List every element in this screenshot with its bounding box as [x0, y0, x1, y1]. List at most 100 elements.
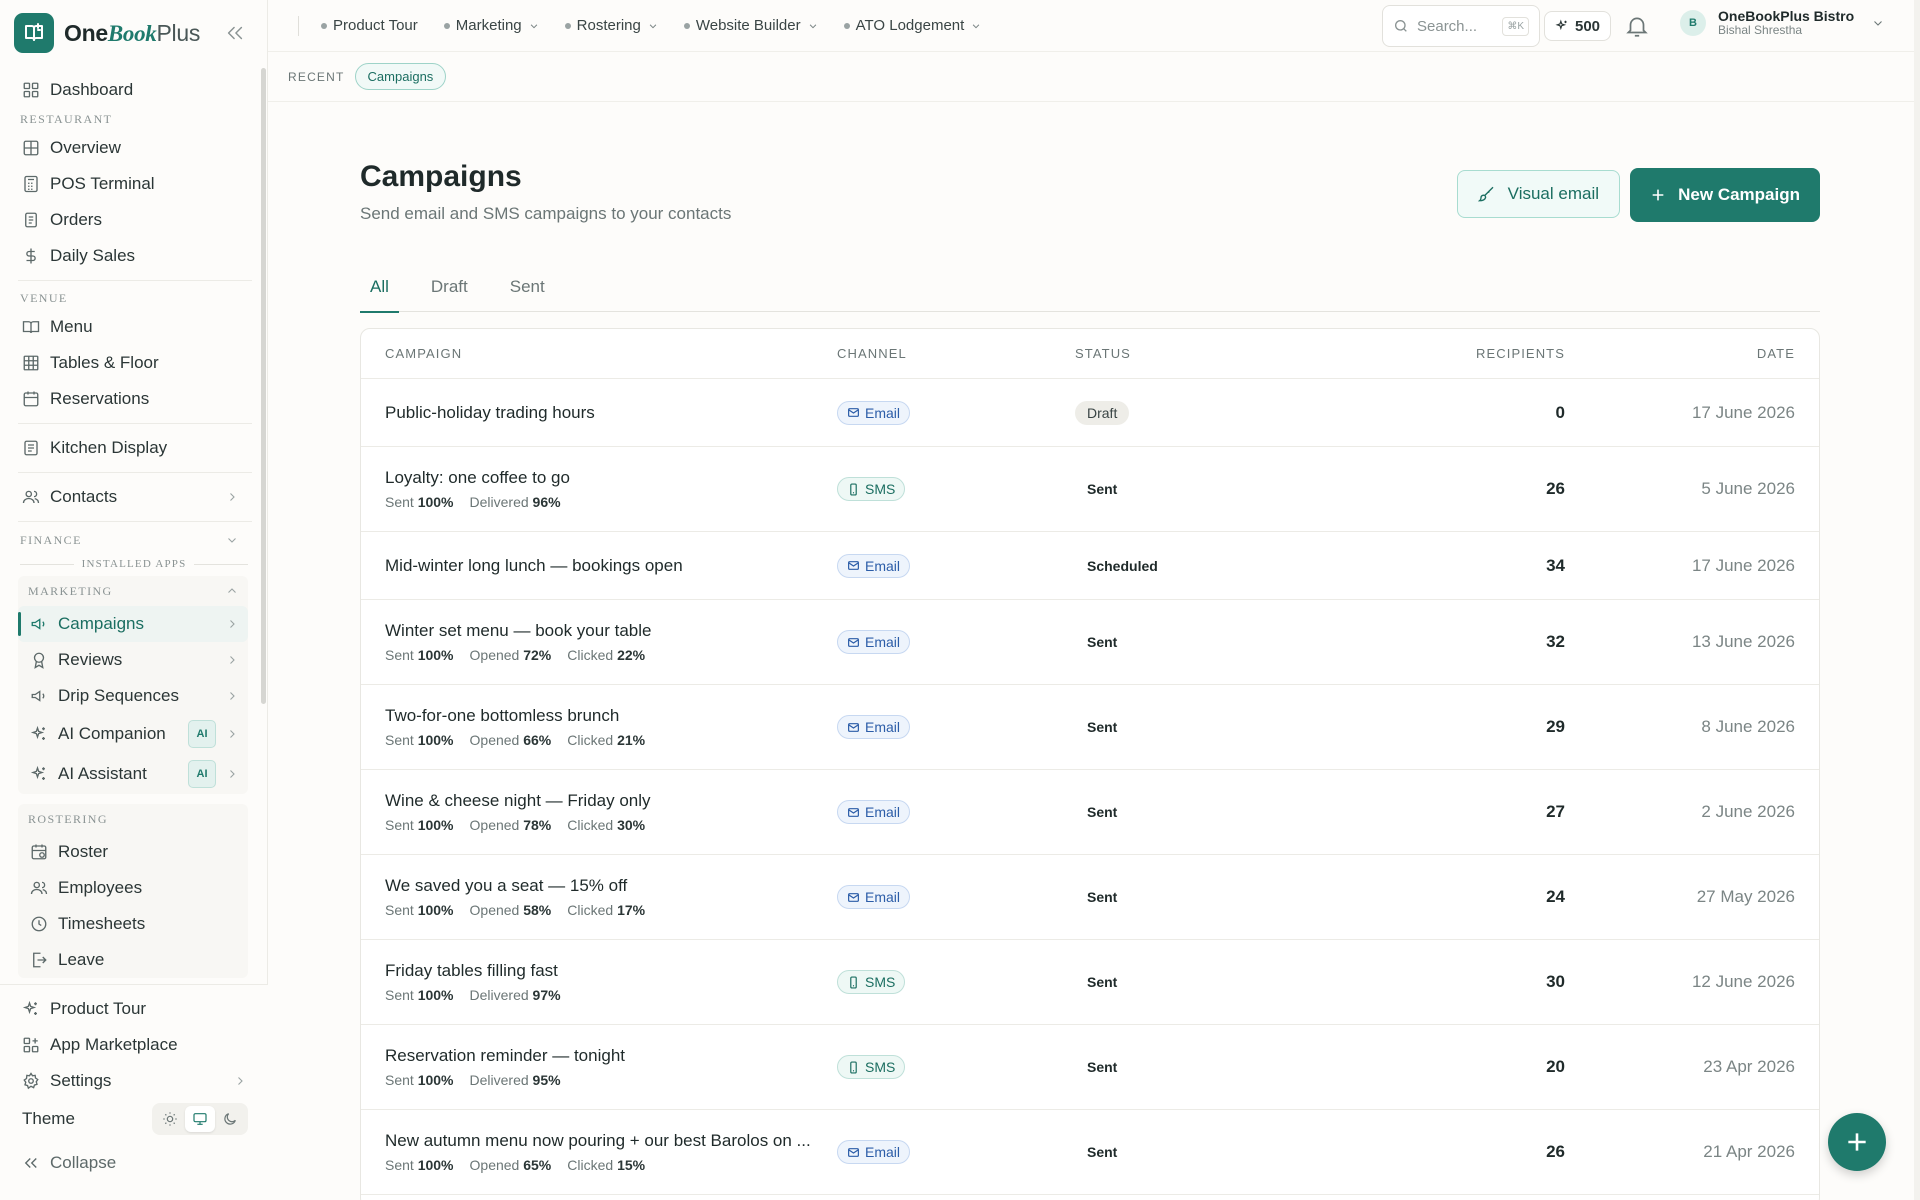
status-badge: Sent: [1087, 481, 1118, 497]
sidebar-item-drip-sequences[interactable]: Drip Sequences: [18, 678, 248, 714]
table-row[interactable]: Winter set menu — book your table Sent 10…: [361, 600, 1819, 685]
new-campaign-button[interactable]: New Campaign: [1630, 168, 1820, 222]
campaign-name[interactable]: Winter set menu — book your table: [385, 621, 837, 641]
sidebar-item-reservations[interactable]: Reservations: [0, 381, 268, 417]
recent-bar: RECENT Campaigns: [268, 52, 1920, 102]
sidebar-item-pos-terminal[interactable]: POS Terminal: [0, 166, 268, 202]
tab-all[interactable]: All: [360, 262, 399, 313]
column-header-status[interactable]: STATUS: [1075, 346, 1275, 361]
chevron-right-icon: [230, 692, 235, 700]
megaphone-icon: [31, 618, 45, 630]
award-icon: [33, 652, 45, 669]
campaign-name[interactable]: Loyalty: one coffee to go: [385, 468, 837, 488]
top-link-rostering[interactable]: Rostering: [564, 17, 658, 34]
top-link-marketing[interactable]: Marketing: [443, 17, 539, 34]
megaphone-icon: [31, 690, 45, 702]
sidebar-item-ai-companion[interactable]: AI Companion AI: [18, 714, 248, 754]
sidebar-item-timesheets[interactable]: Timesheets: [18, 906, 248, 942]
top-link-product-tour[interactable]: Product Tour: [321, 17, 418, 34]
campaign-name[interactable]: Reservation reminder — tonight: [385, 1046, 837, 1066]
collapse-button[interactable]: Collapse: [0, 1145, 268, 1181]
campaign-metrics: Sent 100% Opened 66% Clicked 21%: [385, 732, 646, 748]
chevron-right-icon: [230, 770, 235, 778]
sidebar-item-product-tour[interactable]: Product Tour: [0, 991, 268, 1027]
top-link-ato-lodgement[interactable]: ATO Lodgement: [843, 17, 982, 34]
collapse-sidebar-icon[interactable]: [224, 22, 246, 44]
sidebar-item-app-marketplace[interactable]: App Marketplace: [0, 1027, 268, 1063]
sidebar-item-tables-floor[interactable]: Tables & Floor: [0, 345, 268, 381]
campaign-name[interactable]: Mid-winter long lunch — bookings open: [385, 556, 837, 576]
column-header-campaign[interactable]: CAMPAIGN: [361, 346, 837, 361]
account-menu[interactable]: B OneBookPlus Bistro Bishal Shrestha: [1680, 8, 1884, 38]
campaign-metrics: Sent 100% Delivered 96%: [385, 494, 561, 510]
column-header-channel[interactable]: CHANNEL: [837, 346, 1075, 361]
sidebar-item-campaigns[interactable]: Campaigns: [18, 606, 248, 642]
table-row[interactable]: Mid-winter long lunch — bookings open Ema…: [361, 532, 1819, 600]
sidebar-item-daily-sales[interactable]: Daily Sales: [0, 238, 268, 274]
campaign-name[interactable]: We saved you a seat — 15% off: [385, 876, 837, 896]
table-row[interactable]: Public-holiday trading hours Email Draft 0 1…: [361, 379, 1819, 447]
visual-email-label: Visual email: [1507, 184, 1599, 203]
sidebar-item-leave[interactable]: Leave: [18, 942, 248, 978]
sidebar-item-roster[interactable]: Roster: [18, 834, 248, 870]
fab-add-button[interactable]: [1828, 1113, 1886, 1171]
campaign-name[interactable]: Two-for-one bottomless brunch: [385, 706, 837, 726]
bell-icon[interactable]: [1624, 12, 1650, 40]
table-row[interactable]: Two-for-one bottomless brunch Sent 100% Op…: [361, 685, 1819, 770]
section-toggle-finance[interactable]: FINANCE: [0, 528, 268, 552]
campaign-name[interactable]: Friday tables filling fast: [385, 961, 837, 981]
sidebar-item-label: Reservations: [50, 389, 150, 408]
divider: [18, 423, 252, 424]
sidebar-item-orders[interactable]: Orders: [0, 202, 268, 238]
theme-light-button[interactable]: [155, 1106, 185, 1132]
table-row[interactable]: We saved you a seat — 15% off Sent 100% Op…: [361, 855, 1819, 940]
campaign-name[interactable]: Wine & cheese night — Friday only: [385, 791, 837, 811]
sidebar-item-label: Dashboard: [50, 80, 134, 99]
sidebar-item-label: Timesheets: [58, 914, 146, 933]
table-row[interactable]: Friday tables filling fast Sent 100% Deliv…: [361, 940, 1819, 1025]
account-user: Bishal Shrestha: [1718, 23, 1803, 38]
theme-dark-button[interactable]: [215, 1106, 245, 1132]
section-toggle-marketing[interactable]: MARKETING: [18, 576, 248, 606]
brand-logo-icon: [14, 13, 54, 53]
column-header-date[interactable]: DATE: [1565, 346, 1819, 361]
grid-icon: [23, 140, 39, 156]
credits-button[interactable]: 500: [1544, 11, 1612, 41]
sidebar-item-kitchen-display[interactable]: Kitchen Display: [0, 430, 268, 466]
gear-icon: [23, 1072, 39, 1090]
sidebar-item-label: Orders: [50, 210, 102, 229]
column-header-recipients[interactable]: RECIPIENTS: [1275, 346, 1565, 361]
sidebar-item-menu[interactable]: Menu: [0, 309, 268, 345]
top-link-website-builder[interactable]: Website Builder: [683, 17, 818, 34]
sidebar-item-employees[interactable]: Employees: [18, 870, 248, 906]
page-scrollbar[interactable]: [1914, 0, 1920, 1200]
sidebar-item-contacts[interactable]: Contacts: [0, 479, 268, 515]
campaign-name[interactable]: Public-holiday trading hours: [385, 403, 837, 423]
table-row[interactable]: New autumn menu now pouring + our best B…: [361, 1110, 1819, 1195]
topbar: Product Tour Marketing Rostering Website…: [268, 0, 1920, 52]
sidebar-item-ai-assistant[interactable]: AI Assistant AI: [18, 754, 248, 794]
table-row[interactable]: Reservation reminder — tonight Sent 100% D…: [361, 1025, 1819, 1110]
visual-email-button[interactable]: Visual email: [1456, 170, 1620, 218]
theme-row: Theme: [0, 1099, 268, 1139]
table-row[interactable]: Loyalty: one coffee to go Sent 100% Delive…: [361, 447, 1819, 532]
recent-chip-campaigns[interactable]: Campaigns: [354, 63, 447, 90]
campaign-tabs: All Draft Sent: [360, 262, 1820, 313]
sidebar-item-reviews[interactable]: Reviews: [18, 642, 248, 678]
chevron-down-icon: [649, 23, 657, 28]
campaign-metrics: Sent 100% Opened 78% Clicked 30%: [385, 817, 646, 833]
sidebar-nav: Dashboard RESTAURANT Overview POS Termin…: [0, 72, 268, 984]
new-campaign-label: New Campaign: [1678, 185, 1800, 204]
sidebar-item-label: Daily Sales: [50, 246, 136, 265]
sidebar-item-settings[interactable]: Settings: [0, 1063, 268, 1099]
mail-icon: [848, 637, 859, 647]
theme-system-button[interactable]: [185, 1106, 215, 1132]
search-input[interactable]: Search... ⌘K: [1382, 5, 1540, 47]
sidebar-item-overview[interactable]: Overview: [0, 130, 268, 166]
tab-draft[interactable]: Draft: [421, 262, 478, 312]
table-row[interactable]: Wine & cheese night — Friday only Sent 10…: [361, 770, 1819, 855]
tab-sent[interactable]: Sent: [500, 262, 555, 312]
table-body: Public-holiday trading hours Email Draft 0 1…: [361, 379, 1819, 1195]
campaign-name[interactable]: New autumn menu now pouring + our best B…: [385, 1131, 837, 1151]
sidebar-item-dashboard[interactable]: Dashboard: [0, 72, 268, 108]
